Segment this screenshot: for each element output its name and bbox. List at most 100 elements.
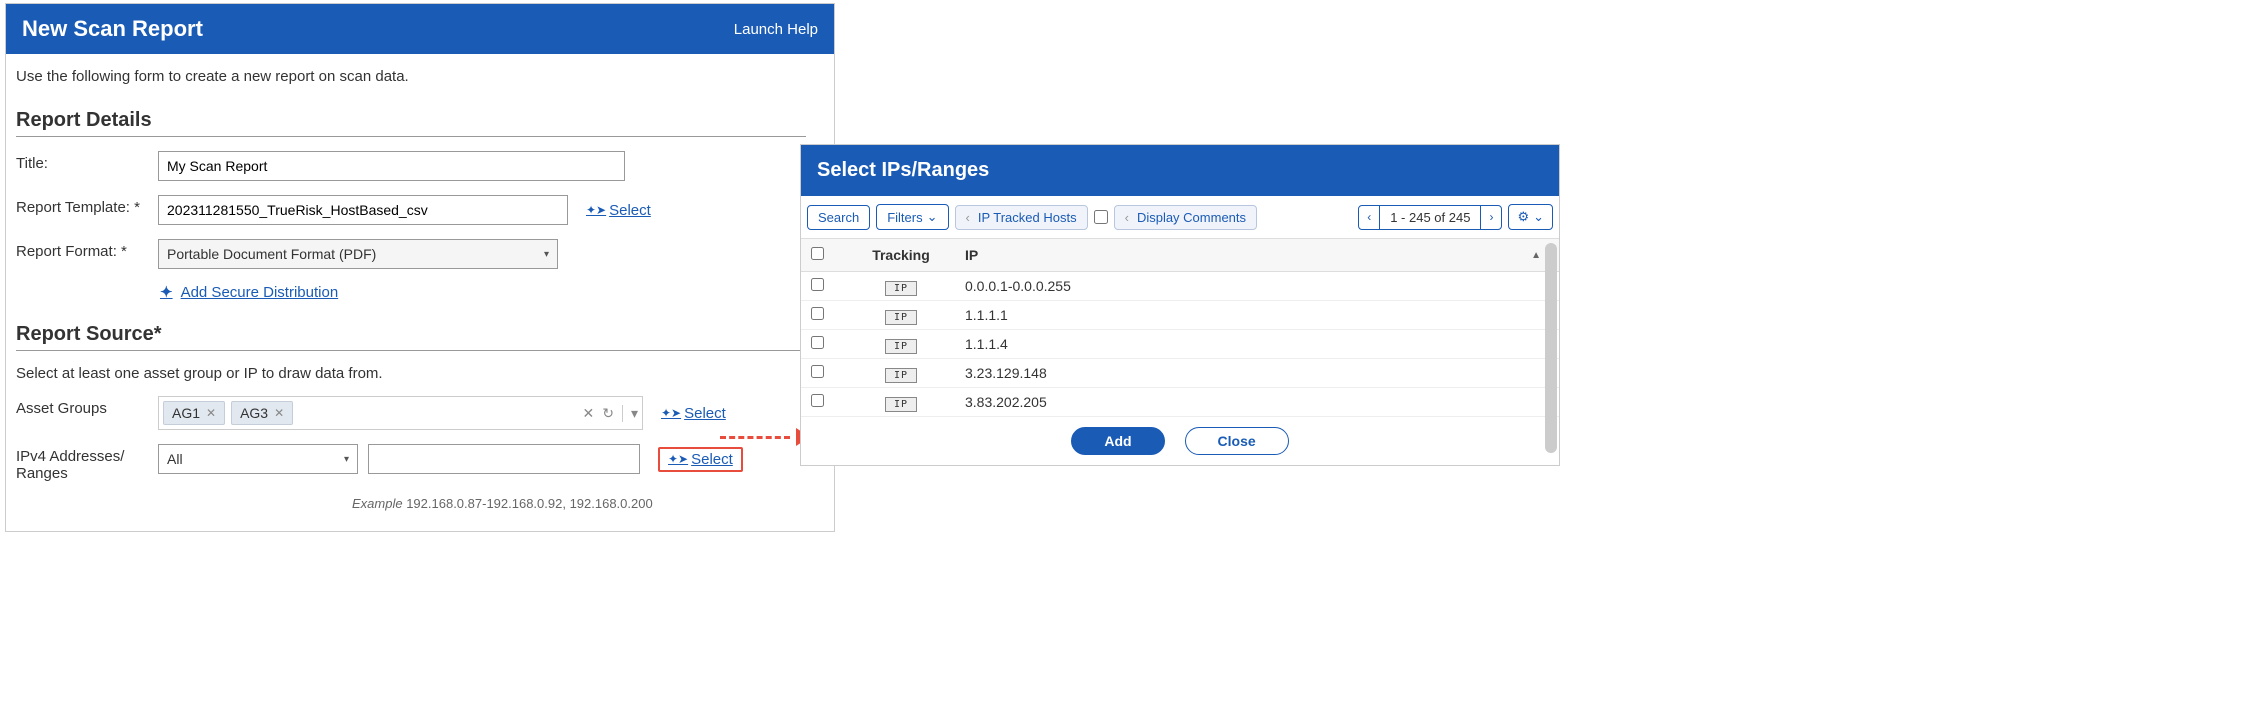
format-row: Report Format: * Portable Document Forma… [16, 239, 824, 269]
ip-dropdown-value: All [167, 451, 183, 467]
asset-groups-label: Asset Groups [16, 396, 158, 417]
display-comments-filter[interactable]: ‹ Display Comments [1114, 205, 1257, 230]
gear-icon: ⚙ [1517, 209, 1529, 225]
col-tracking[interactable]: Tracking [841, 247, 961, 263]
tag-text: AG3 [240, 405, 268, 421]
row-checkbox[interactable] [811, 278, 824, 291]
col-ip-text: IP [965, 247, 978, 263]
left-body: Use the following form to create a new r… [6, 54, 834, 531]
ip-label: IPv4 Addresses/ Ranges [16, 444, 158, 482]
chevron-down-icon: ⌄ [927, 209, 938, 225]
ip-tracked-text: IP Tracked Hosts [978, 210, 1077, 225]
add-button[interactable]: Add [1071, 427, 1164, 455]
table-row[interactable]: IP 1.1.1.1 [801, 301, 1559, 330]
ip-row: IPv4 Addresses/ Ranges All ▾ ✦➤ Select [16, 444, 824, 482]
ip-cell: 3.83.202.205 [961, 394, 1549, 410]
row-checkbox[interactable] [811, 336, 824, 349]
select-all-checkbox[interactable] [811, 247, 824, 260]
source-subtext: Select at least one asset group or IP to… [16, 365, 824, 382]
chevron-down-icon: ▾ [544, 249, 549, 260]
display-comments-checkbox[interactable] [1094, 210, 1108, 224]
intro-text: Use the following form to create a new r… [16, 68, 824, 85]
ip-text-input[interactable] [368, 444, 640, 474]
ip-badge: IP [885, 281, 917, 296]
display-comments-text: Display Comments [1137, 210, 1246, 225]
asset-groups-row: Asset Groups AG1 ✕ AG3 ✕ ✕ ↻ ▾ [16, 396, 824, 430]
example-value: 192.168.0.87-192.168.0.92, 192.168.0.200 [406, 496, 653, 511]
table-row[interactable]: IP 3.23.129.148 [801, 359, 1559, 388]
select-link-text: Select [684, 405, 726, 422]
template-input[interactable] [158, 195, 568, 225]
filters-button[interactable]: Filters ⌄ [876, 204, 948, 230]
table-row[interactable]: IP 1.1.1.4 [801, 330, 1559, 359]
asset-groups-input[interactable]: AG1 ✕ AG3 ✕ ✕ ↻ ▾ [158, 396, 643, 430]
dialog-footer: Add Close [801, 417, 1559, 465]
example-label: Example [352, 496, 403, 511]
close-icon[interactable]: ✕ [274, 406, 284, 420]
title-row: Title: [16, 151, 824, 181]
title-label: Title: [16, 151, 158, 172]
chevron-down-icon[interactable]: ▾ [622, 405, 638, 422]
pager-next-button[interactable]: › [1481, 206, 1501, 228]
table-row[interactable]: IP 3.83.202.205 [801, 388, 1559, 417]
chevron-down-icon: ▾ [344, 454, 349, 465]
clear-all-icon[interactable]: ✕ [583, 405, 595, 422]
ip-tracked-hosts-filter[interactable]: ‹ IP Tracked Hosts [955, 205, 1088, 230]
chevron-down-icon: ⌄ [1533, 209, 1544, 225]
template-label: Report Template: * [16, 195, 158, 216]
table-header: Tracking IP ▲ [801, 239, 1559, 272]
select-cursor-icon: ✦➤ [586, 203, 606, 217]
close-icon[interactable]: ✕ [206, 406, 216, 420]
asset-group-tag[interactable]: AG1 ✕ [163, 401, 225, 425]
format-select[interactable]: Portable Document Format (PDF) ▾ [158, 239, 558, 269]
col-ip[interactable]: IP ▲ [961, 247, 1549, 263]
example-text: Example 192.168.0.87-192.168.0.92, 192.1… [352, 496, 824, 511]
ip-dropdown[interactable]: All ▾ [158, 444, 358, 474]
toolbar: Search Filters ⌄ ‹ IP Tracked Hosts ‹ Di… [801, 196, 1559, 239]
select-link-text: Select [691, 451, 733, 468]
scrollbar[interactable] [1545, 243, 1557, 453]
format-label: Report Format: * [16, 239, 158, 260]
row-checkbox[interactable] [811, 365, 824, 378]
refresh-icon[interactable]: ↻ [602, 405, 614, 422]
ip-cell: 3.23.129.148 [961, 365, 1549, 381]
tag-text: AG1 [172, 405, 200, 421]
ip-cell: 0.0.0.1-0.0.0.255 [961, 278, 1549, 294]
pager-text: 1 - 245 of 245 [1379, 206, 1481, 229]
title-input[interactable] [158, 151, 625, 181]
annotation-arrow [720, 428, 810, 448]
close-button[interactable]: Close [1185, 427, 1289, 455]
table-row[interactable]: IP 0.0.0.1-0.0.0.255 [801, 272, 1559, 301]
ip-badge: IP [885, 339, 917, 354]
asset-groups-select-link[interactable]: ✦➤ Select [661, 405, 726, 422]
select-cursor-icon: ✦➤ [661, 406, 681, 420]
report-source-heading: Report Source* [16, 323, 806, 351]
report-details-heading: Report Details [16, 109, 806, 137]
chevron-left-icon: ‹ [966, 210, 970, 225]
ip-badge: IP [885, 368, 917, 383]
asset-group-tag[interactable]: AG3 ✕ [231, 401, 293, 425]
launch-help-link[interactable]: Launch Help [734, 21, 818, 38]
format-value: Portable Document Format (PDF) [167, 246, 376, 262]
ip-badge: IP [885, 397, 917, 412]
filters-text: Filters [887, 210, 922, 225]
ip-cell: 1.1.1.4 [961, 336, 1549, 352]
page-title: New Scan Report [22, 16, 203, 42]
select-cursor-icon: ✦➤ [668, 452, 688, 466]
new-scan-report-panel: New Scan Report Launch Help Use the foll… [5, 3, 835, 532]
search-button[interactable]: Search [807, 205, 870, 230]
chevron-left-icon: ‹ [1125, 210, 1129, 225]
left-header: New Scan Report Launch Help [6, 4, 834, 54]
ip-badge: IP [885, 310, 917, 325]
template-row: Report Template: * ✦➤ Select [16, 195, 824, 225]
row-checkbox[interactable] [811, 307, 824, 320]
row-checkbox[interactable] [811, 394, 824, 407]
sort-asc-icon: ▲ [1531, 250, 1541, 261]
ip-cell: 1.1.1.1 [961, 307, 1549, 323]
add-secure-distribution-link[interactable]: ✦ Add Secure Distribution [160, 283, 338, 301]
settings-button[interactable]: ⚙ ⌄ [1508, 204, 1553, 230]
pager-prev-button[interactable]: ‹ [1359, 206, 1379, 228]
ip-select-link[interactable]: ✦➤ Select [658, 447, 743, 472]
template-select-link[interactable]: ✦➤ Select [586, 202, 651, 219]
dialog-title: Select IPs/Ranges [801, 145, 1559, 196]
